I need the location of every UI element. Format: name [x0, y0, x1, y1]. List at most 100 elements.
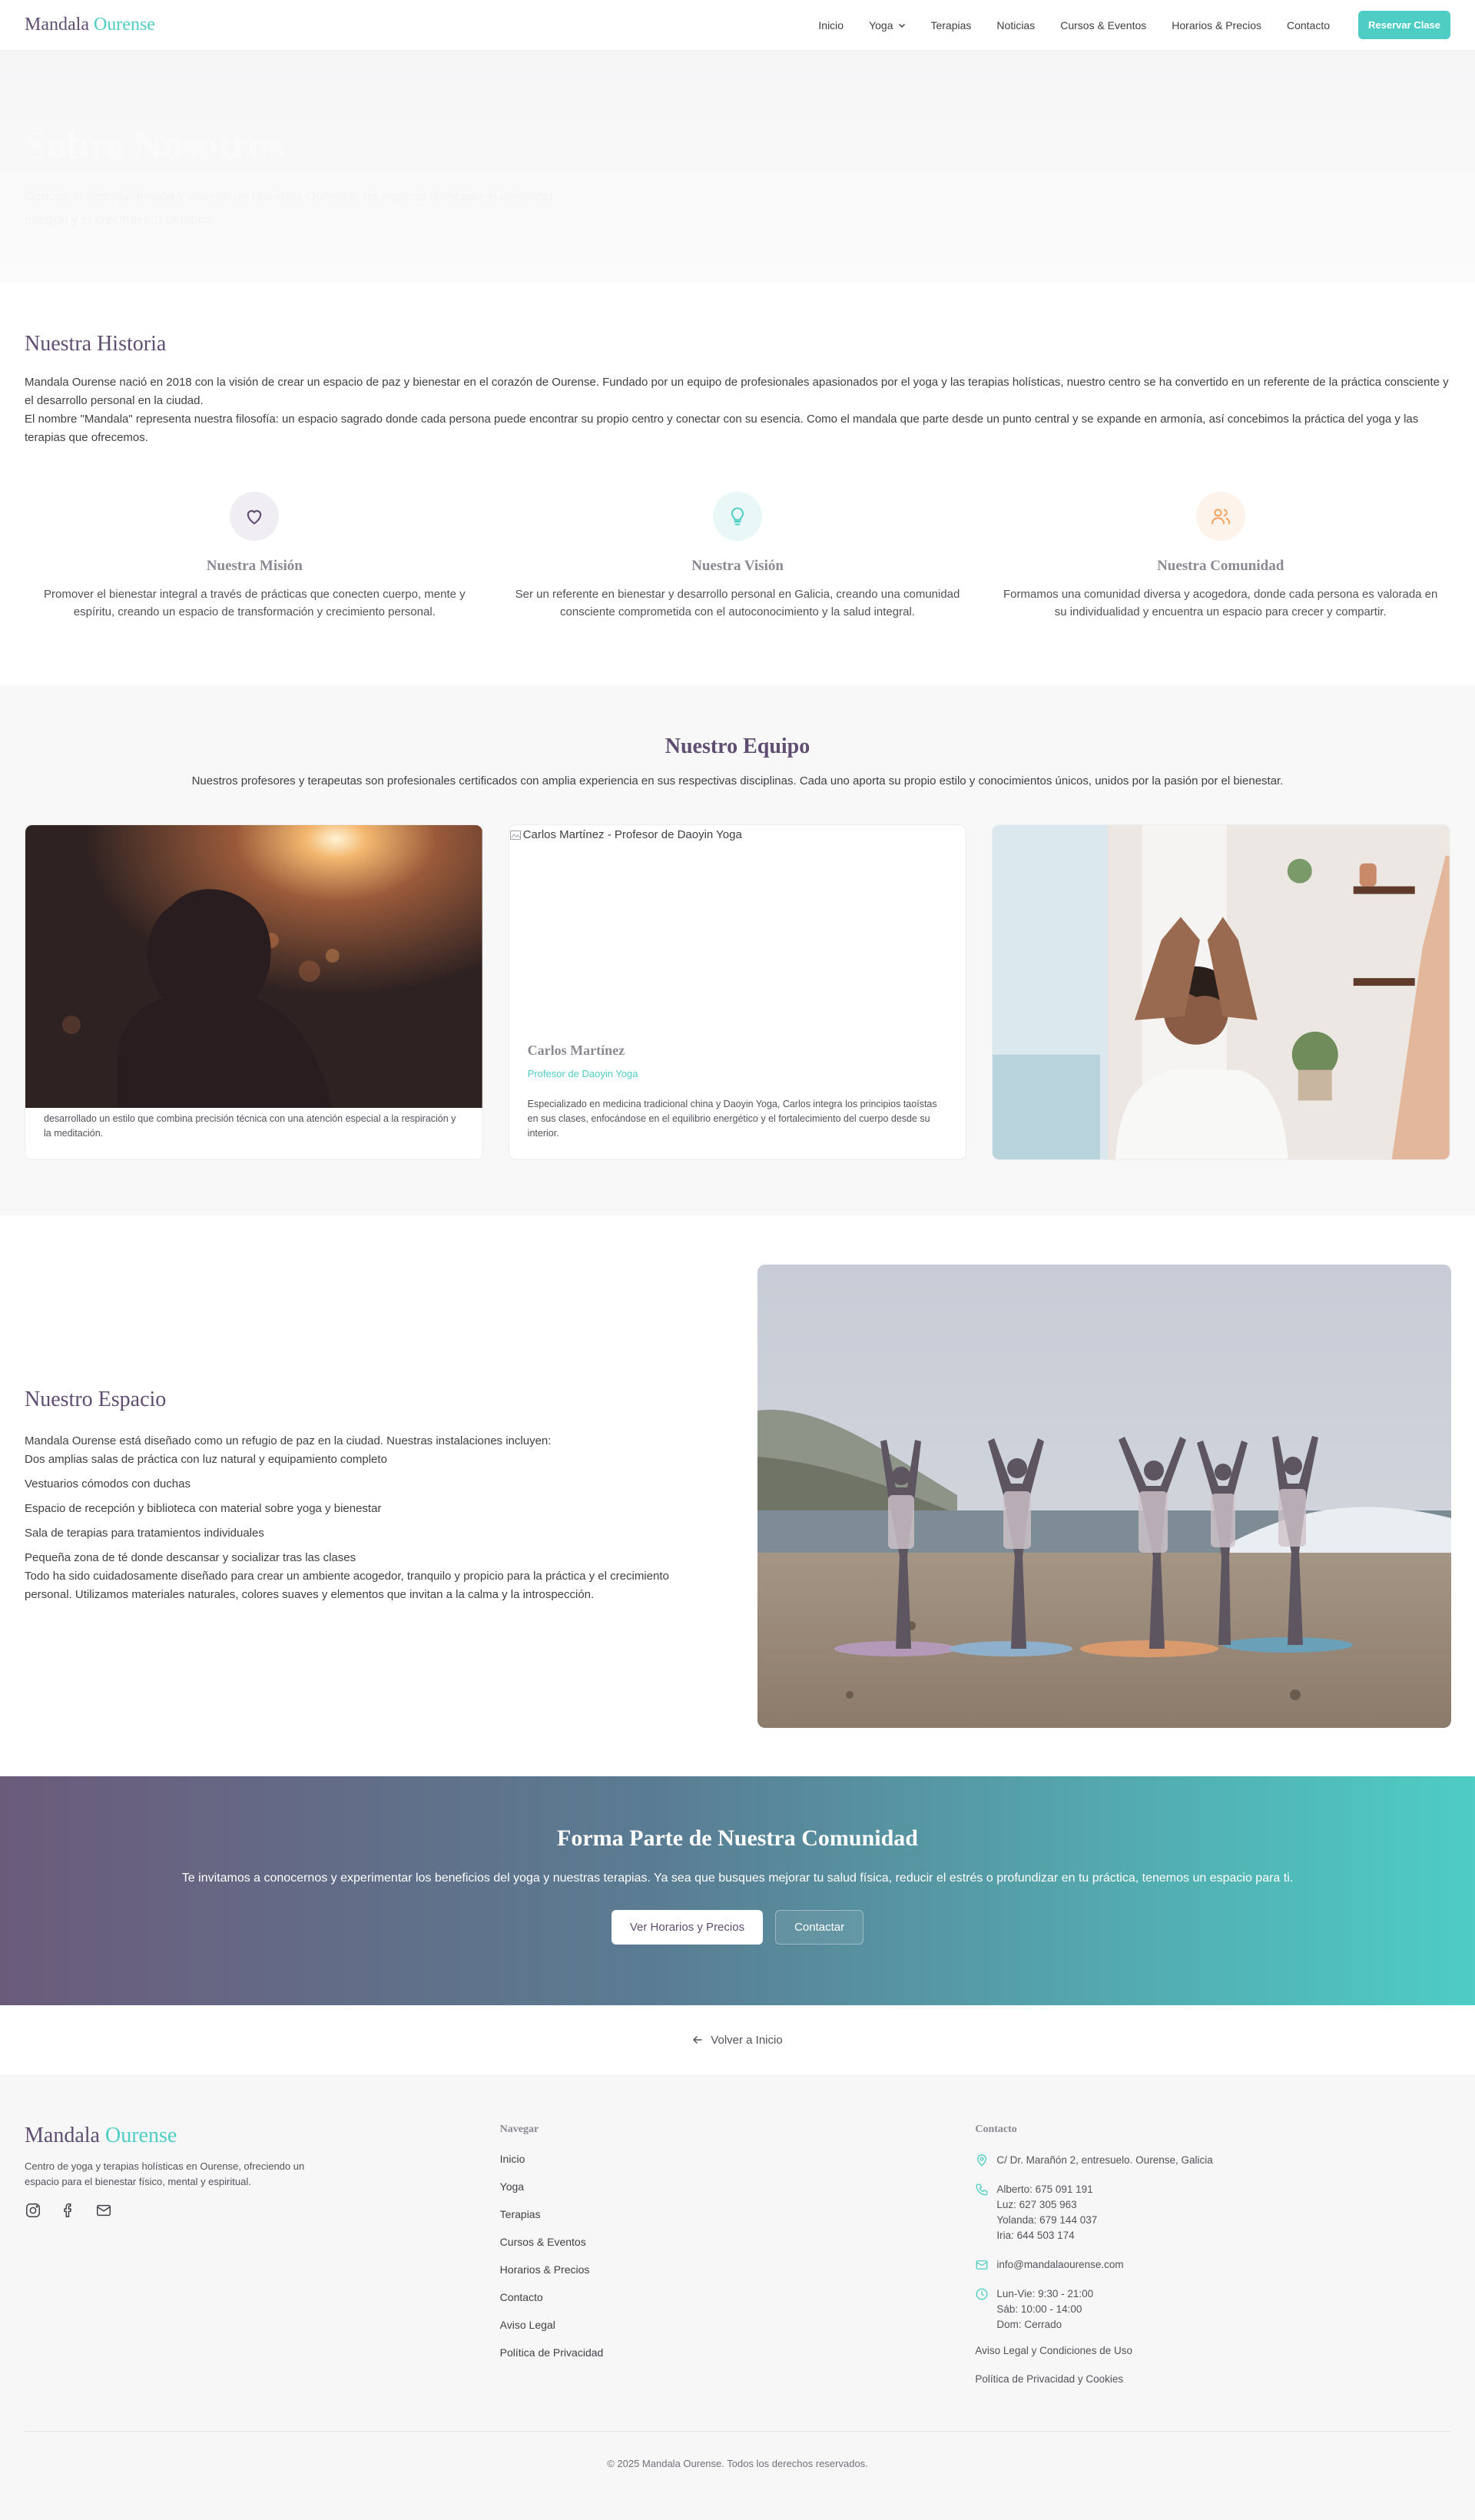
footer-logo-main: Mandala [25, 2124, 100, 2147]
legal-terms-link[interactable]: Aviso Legal y Condiciones de Uso [975, 2345, 1450, 2356]
footer-contact-column: Contacto C/ Dr. Marañón 2, entresuelo. O… [975, 2124, 1450, 2385]
list-item: Pequeña zona de té donde descansar y soc… [25, 1551, 356, 1564]
hero-section: Sobre Nosotros Conoce la historia, misió… [0, 51, 1475, 283]
footer-link-inicio[interactable]: Inicio [500, 2153, 976, 2180]
footer-logo-accent: Ourense [104, 2124, 177, 2147]
footer-link-horarios[interactable]: Horarios & Precios [500, 2263, 976, 2291]
back-label: Volver a Inicio [711, 2033, 783, 2047]
space-text-column: Nuestro Espacio Mandala Ourense está dis… [25, 1215, 701, 1776]
list-item: Espacio de recepción y biblioteca con ma… [25, 1502, 382, 1515]
team-title: Nuestro Equipo [665, 734, 810, 758]
value-title: Nuestra Visión [691, 558, 784, 574]
site-footer: Mandala Ourense Centro de yoga y terapia… [0, 2074, 1475, 2520]
value-card-vision: Nuestra Visión Ser un referente en biene… [508, 492, 968, 621]
team-cards: desarrollado un estilo que combina preci… [25, 824, 1451, 1160]
footer-link-aviso-legal[interactable]: Aviso Legal [500, 2319, 976, 2346]
hours-list: Lun-Vie: 9:30 - 21:00 Sáb: 10:00 - 14:00… [996, 2286, 1093, 2333]
hours-line: Lun-Vie: 9:30 - 21:00 [996, 2288, 1094, 2300]
view-schedule-button[interactable]: Ver Horarios y Precios [611, 1910, 764, 1945]
footer-columns: Mandala Ourense Centro de yoga y terapia… [25, 2124, 1450, 2385]
lightbulb-icon [713, 492, 762, 541]
value-text: Formamos una comunidad diversa y acogedo… [1003, 588, 1438, 618]
chevron-down-icon [898, 23, 905, 28]
phone-number[interactable]: Yolanda: 679 144 037 [996, 2213, 1097, 2228]
team-card [992, 824, 1451, 1160]
footer-description: Centro de yoga y terapias holísticas en … [25, 2160, 305, 2187]
team-member-photo [993, 825, 1450, 1159]
mail-icon[interactable] [95, 2202, 112, 2219]
history-title: Nuestra Historia [25, 332, 167, 356]
nav-link-cursos[interactable]: Cursos & Eventos [1060, 19, 1146, 32]
cta-section: Forma Parte de Nuestra Comunidad Te invi… [0, 1776, 1475, 2005]
history-section: Nuestra Historia Mandala Ourense nació e… [0, 283, 1475, 685]
cta-buttons: Ver Horarios y Precios Contactar [0, 1910, 1475, 1945]
clock-icon [976, 2288, 988, 2300]
back-to-home-link[interactable]: Volver a Inicio [0, 2005, 1475, 2074]
space-outro: Todo ha sido cuidadosamente diseñado par… [25, 1570, 669, 1601]
email-link[interactable]: info@mandalaourense.com [996, 2257, 1123, 2273]
phone-number[interactable]: Iria: 644 503 174 [996, 2228, 1097, 2243]
social-links [25, 2202, 500, 2219]
list-item: Sala de terapias para tratamientos indiv… [25, 1527, 264, 1540]
team-card-description: desarrollado un estilo que combina preci… [44, 1113, 456, 1139]
contact-hours: Lun-Vie: 9:30 - 21:00 Sáb: 10:00 - 14:00… [975, 2286, 1450, 2333]
contact-address: C/ Dr. Marañón 2, entresuelo. Ourense, G… [975, 2153, 1450, 2168]
history-paragraph: El nombre "Mandala" representa nuestra f… [25, 413, 1419, 444]
contact-phones: Alberto: 675 091 191 Luz: 627 305 963 Yo… [975, 2182, 1450, 2243]
footer-logo[interactable]: Mandala Ourense [25, 2124, 500, 2148]
logo-main: Mandala [25, 15, 89, 35]
nav-link-noticias[interactable]: Noticias [996, 19, 1035, 32]
space-features-list: Dos amplias salas de práctica con luz na… [25, 1451, 701, 1567]
cta-title: Forma Parte de Nuestra Comunidad [557, 1825, 918, 1851]
list-item: Dos amplias salas de práctica con luz na… [25, 1453, 387, 1466]
contact-button[interactable]: Contactar [775, 1910, 864, 1945]
team-member-name: Carlos Martínez [527, 1043, 625, 1058]
page-title: Sobre Nosotros [25, 124, 284, 167]
heart-icon [230, 492, 280, 541]
nav-link-inicio[interactable]: Inicio [818, 19, 844, 32]
footer-brand-column: Mandala Ourense Centro de yoga y terapia… [25, 2124, 500, 2385]
footer-nav-column: Navegar Inicio Yoga Terapias Cursos & Ev… [500, 2124, 976, 2385]
nav-link-yoga[interactable]: Yoga [869, 19, 905, 32]
footer-link-privacidad[interactable]: Política de Privacidad [500, 2346, 976, 2374]
copyright: © 2025 Mandala Ourense. Todos los derech… [25, 2431, 1450, 2469]
space-text: Mandala Ourense está diseñado como un re… [25, 1432, 701, 1604]
footer-link-contacto[interactable]: Contacto [500, 2291, 976, 2319]
arrow-left-icon [693, 2036, 703, 2044]
value-title: Nuestra Misión [206, 558, 303, 574]
footer-link-terapias[interactable]: Terapias [500, 2208, 976, 2236]
cta-text: Te invitamos a conocernos y experimentar… [181, 1872, 1294, 1885]
team-member-role: Profesor de Daoyin Yoga [527, 1068, 638, 1079]
phone-number[interactable]: Luz: 627 305 963 [996, 2197, 1097, 2213]
map-pin-icon [977, 2154, 987, 2167]
footer-contact-title: Contacto [975, 2124, 1017, 2135]
team-member-description: Especializado en medicina tradicional ch… [527, 1099, 937, 1139]
phone-number[interactable]: Alberto: 675 091 191 [996, 2182, 1097, 2197]
footer-link-cursos[interactable]: Cursos & Eventos [500, 2236, 976, 2263]
broken-image-icon [509, 830, 521, 840]
phone-icon [976, 2183, 988, 2196]
nav-link-horarios[interactable]: Horarios & Precios [1172, 19, 1261, 32]
users-icon [1195, 492, 1245, 541]
reserve-class-button[interactable]: Reservar Clase [1358, 11, 1450, 39]
contact-email: info@mandalaourense.com [975, 2257, 1450, 2273]
phone-list: Alberto: 675 091 191 Luz: 627 305 963 Yo… [996, 2182, 1097, 2243]
footer-link-yoga[interactable]: Yoga [500, 2180, 976, 2208]
nav-link-contacto[interactable]: Contacto [1287, 19, 1330, 32]
address-text: C/ Dr. Marañón 2, entresuelo. Ourense, G… [996, 2154, 1213, 2166]
value-text: Promover el bienestar integral a través … [44, 588, 466, 618]
space-section: Nuestro Espacio Mandala Ourense está dis… [0, 1215, 1475, 1776]
hours-line: Sáb: 10:00 - 14:00 [996, 2303, 1082, 2315]
nav-link-terapias[interactable]: Terapias [931, 19, 972, 32]
facebook-icon[interactable] [60, 2202, 77, 2219]
privacy-cookies-link[interactable]: Política de Privacidad y Cookies [975, 2373, 1450, 2385]
photo-alt-text: Carlos Martínez - Profesor de Daoyin Yog… [522, 828, 742, 841]
instagram-icon[interactable] [25, 2202, 41, 2219]
main-menu: Inicio Yoga Terapias Noticias Cursos & E… [818, 11, 1450, 39]
hero-subtitle: Conoce la historia, misión y valores de … [25, 189, 554, 227]
space-photo [757, 1265, 1451, 1728]
values-row: Nuestra Misión Promover el bienestar int… [25, 492, 1450, 621]
history-paragraph: Mandala Ourense nació en 2018 con la vis… [25, 376, 1449, 407]
team-member-photo: Carlos Martínez - Profesor de Daoyin Yog… [509, 828, 742, 841]
site-logo[interactable]: Mandala Ourense [25, 15, 155, 35]
